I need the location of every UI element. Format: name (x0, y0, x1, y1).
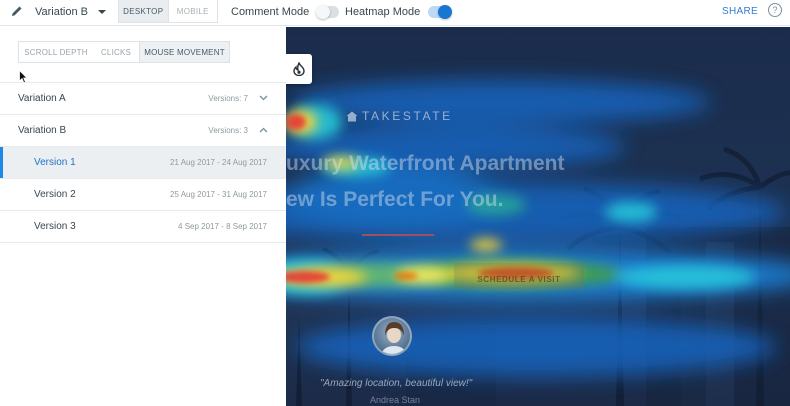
heatmap-mode-switch[interactable] (428, 4, 453, 19)
heatmap-mode-label: Heatmap Mode (345, 5, 421, 18)
chevron-up-icon (259, 127, 268, 133)
variations-panel: SCROLL DEPTH CLICKS MOUSE MOVEMENT Varia… (0, 27, 286, 406)
list-divider (0, 242, 286, 243)
tab-clicks[interactable]: CLICKS (93, 42, 139, 62)
variation-dropdown-label: Variation B (35, 6, 88, 18)
chevron-down-icon (259, 95, 268, 101)
desktop-tab[interactable]: DESKTOP (119, 0, 168, 22)
versions-count: Versions: 7 (208, 94, 248, 103)
variation-list: Variation A Versions: 7 Variation B Vers… (0, 82, 286, 243)
mobile-tab[interactable]: MOBILE (167, 0, 217, 22)
tab-mouse-movement[interactable]: MOUSE MOVEMENT (139, 42, 229, 62)
schedule-visit-button[interactable]: SCHEDULE A VISIT (454, 268, 584, 290)
variation-row-b[interactable]: Variation B Versions: 3 (0, 114, 286, 146)
version-name: Version 2 (34, 189, 76, 200)
avatar (372, 316, 412, 356)
top-toolbar: Variation B DESKTOP MOBILE Comment Mode … (0, 0, 790, 26)
house-icon (346, 111, 358, 121)
switch-knob (316, 4, 331, 19)
share-button[interactable]: SHARE (722, 6, 758, 17)
variation-name: Variation B (18, 125, 67, 136)
headline-divider (362, 234, 434, 236)
variation-name: Variation A (18, 93, 66, 104)
device-toggle: DESKTOP MOBILE (118, 0, 218, 23)
headline-line-1: uxury Waterfront Apartment (286, 152, 565, 175)
switch-knob (438, 4, 453, 19)
version-row-2[interactable]: Version 2 25 Aug 2017 - 31 Aug 2017 (0, 178, 286, 210)
headline-line-2: ew Is Perfect For You. (286, 188, 504, 211)
variation-dropdown[interactable]: Variation B (35, 0, 106, 24)
testimonial-quote: "Amazing location, beautiful view!" (320, 378, 473, 389)
caret-down-icon (98, 10, 106, 14)
version-dates: 25 Aug 2017 - 31 Aug 2017 (170, 190, 267, 199)
versions-count: Versions: 3 (208, 126, 248, 135)
version-name: Version 1 (34, 157, 76, 168)
heatmap-type-tabs: SCROLL DEPTH CLICKS MOUSE MOVEMENT (18, 41, 230, 63)
version-name: Version 3 (34, 221, 76, 232)
heatmap-toggle-button[interactable] (286, 54, 312, 84)
comment-mode-label: Comment Mode (231, 5, 310, 18)
hero-headline: uxury Waterfront Apartment ew Is Perfect… (286, 146, 564, 218)
help-icon[interactable]: ? (768, 3, 782, 17)
page-preview[interactable]: TAKESTATE uxury Waterfront Apartment ew … (286, 27, 790, 406)
version-dates: 4 Sep 2017 - 8 Sep 2017 (178, 222, 267, 231)
version-row-3[interactable]: Version 3 4 Sep 2017 - 8 Sep 2017 (0, 210, 286, 242)
pencil-icon[interactable] (11, 5, 23, 17)
brand-logo: TAKESTATE (346, 109, 453, 123)
tab-scroll-depth[interactable]: SCROLL DEPTH (19, 42, 93, 62)
testimonial-author: Andrea Stan (370, 395, 421, 405)
flame-icon (293, 62, 305, 76)
variation-row-a[interactable]: Variation A Versions: 7 (0, 82, 286, 114)
comment-mode-control: Comment Mode (231, 0, 340, 23)
version-row-1[interactable]: Version 1 21 Aug 2017 - 24 Aug 2017 (0, 146, 286, 178)
heatmap-mode-control: Heatmap Mode (345, 0, 453, 23)
comment-mode-switch[interactable] (316, 4, 340, 19)
version-dates: 21 Aug 2017 - 24 Aug 2017 (170, 158, 267, 167)
brand-name: TAKESTATE (362, 109, 453, 123)
